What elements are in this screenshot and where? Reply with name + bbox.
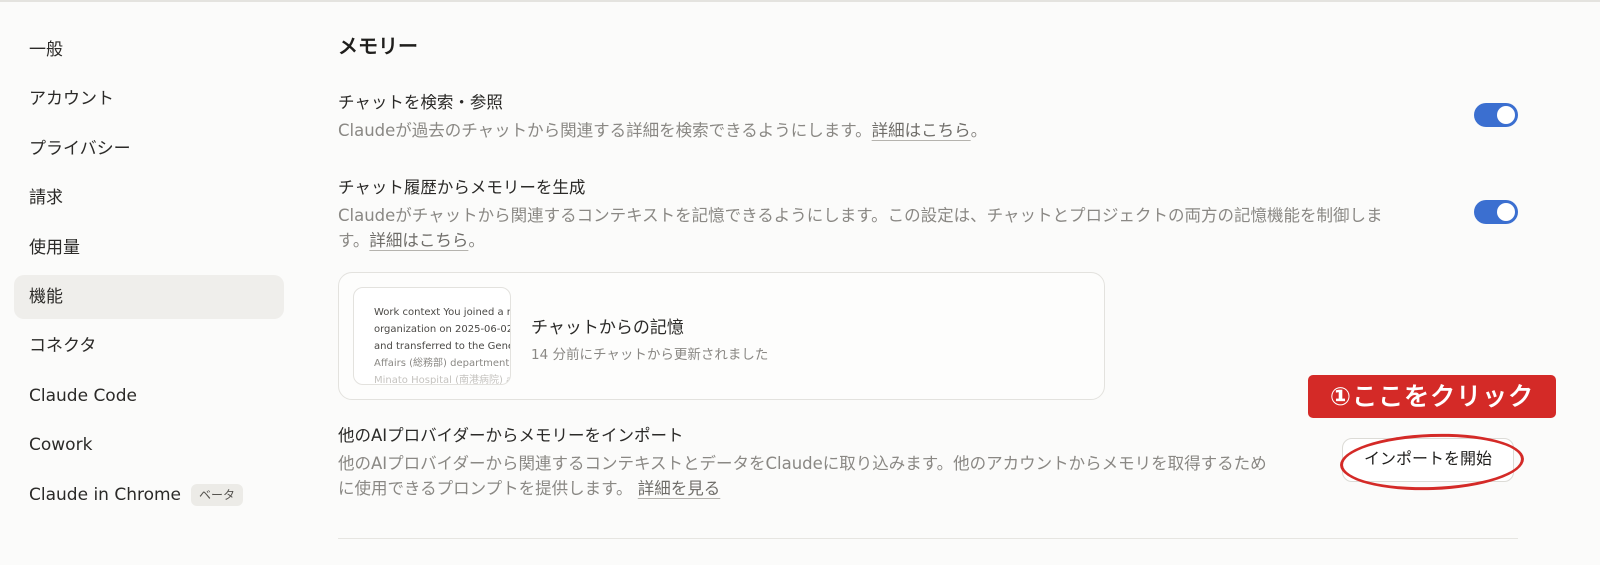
thumb-line: Work context You joined a new [374,307,510,318]
generate-memory-toggle[interactable] [1474,200,1518,224]
memory-settings-panel: メモリー チャットを検索・参照 Claudeが過去のチャットから関連する詳細を検… [338,0,1556,565]
section-title: メモリー [338,34,418,58]
thumb-line: Minato Hospital (南港病院) as [374,375,511,385]
memory-card-updated-time: 14 分前にチャットから更新されました [531,347,769,363]
annotation-click-here-label: ①ここをクリック [1308,375,1556,418]
settings-sidebar: 一般 アカウント プライバシー 請求 使用量 機能 コネクタ Claude Co… [14,28,284,522]
import-memory-title: 他のAIプロバイダーからメモリーをインポート [338,426,684,445]
sidebar-item-label: Claude in Chrome [29,484,182,505]
toggle-knob [1497,106,1515,124]
section-divider [338,538,1518,539]
thumb-line: and transferred to the General [374,341,510,352]
generate-memory-desc-tail: 。 [468,231,485,250]
start-import-button[interactable]: インポートを開始 [1342,438,1514,482]
generate-memory-desc-line2: す。詳細はこちら。 [338,228,1383,253]
sidebar-item-features[interactable]: 機能 [14,274,284,319]
sidebar-item-cowork[interactable]: Cowork [14,423,284,467]
generate-memory-title: チャット履歴からメモリーを生成 [338,178,586,197]
sidebar-item-general[interactable]: 一般 [14,28,284,72]
import-learn-more-link[interactable]: 詳細を見る [638,479,721,498]
generate-memory-desc-text: す。 [338,231,370,250]
thumb-line: organization on 2025-06-02, [374,324,511,335]
import-desc-line1: 他のAIプロバイダーから関連するコンテキストとデータをClaudeに取り込みます… [338,454,1267,473]
memory-card-title: チャットからの記憶 [531,318,684,338]
import-desc-text: に使用できるプロンプトを提供します。 [338,479,633,498]
search-chats-desc-tail: 。 [970,121,988,140]
thumb-line: Affairs (総務部) department at [374,358,511,369]
import-desc-line2: に使用できるプロンプトを提供します。 詳細を見る [338,476,1267,501]
memory-preview-thumbnail: Work context You joined a new organizati… [353,287,511,385]
sidebar-item-billing[interactable]: 請求 [14,176,284,220]
sidebar-item-connectors[interactable]: コネクタ [14,324,284,368]
beta-badge: ベータ [191,483,244,506]
toggle-knob [1497,203,1515,221]
sidebar-item-claude-code[interactable]: Claude Code [14,374,284,418]
generate-memory-learn-more-link[interactable]: 詳細はこちら [369,231,468,250]
import-memory-description: 他のAIプロバイダーから関連するコンテキストとデータをClaudeに取り込みます… [338,451,1267,501]
sidebar-item-privacy[interactable]: プライバシー [14,127,284,171]
sidebar-item-account[interactable]: アカウント [14,77,284,121]
search-chats-description: Claudeが過去のチャットから関連する詳細を検索できるようにします。詳細はこち… [338,118,987,143]
search-chats-toggle[interactable] [1474,103,1518,127]
generate-memory-description: Claudeがチャットから関連するコンテキストを記憶できるようにします。この設定… [338,203,1383,253]
sidebar-item-claude-in-chrome[interactable]: Claude in Chrome ベータ [14,473,284,517]
generate-memory-desc-line1: Claudeがチャットから関連するコンテキストを記憶できるようにします。この設定… [338,206,1383,225]
search-chats-learn-more-link[interactable]: 詳細はこちら [872,121,971,140]
sidebar-item-usage[interactable]: 使用量 [14,226,284,270]
memory-from-chats-card[interactable]: Work context You joined a new organizati… [338,272,1105,400]
search-chats-title: チャットを検索・参照 [338,93,503,112]
search-chats-desc-text: Claudeが過去のチャットから関連する詳細を検索できるようにします。 [338,121,872,140]
